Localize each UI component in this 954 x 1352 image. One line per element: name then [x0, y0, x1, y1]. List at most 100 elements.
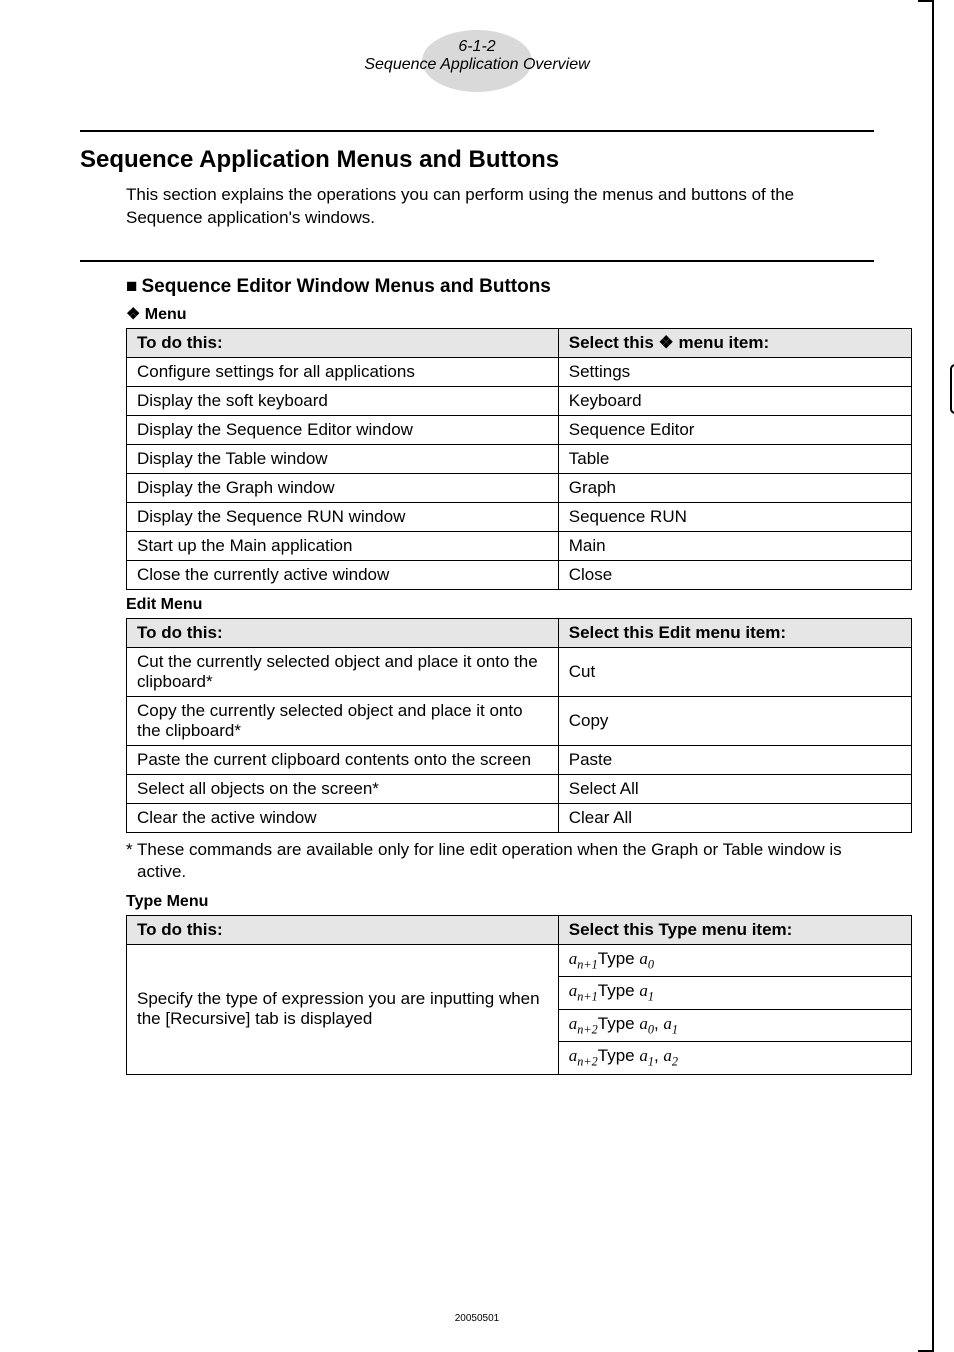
cell: Close the currently active window [127, 560, 559, 589]
cell: an+2Type a0, a1 [558, 1009, 911, 1041]
page-right-rule [932, 0, 934, 1352]
cell: Display the Sequence RUN window [127, 502, 559, 531]
sub: n+1 [577, 990, 598, 1004]
cell: Display the Sequence Editor window [127, 415, 559, 444]
page-number: 6-1-2 [80, 30, 874, 56]
cell: Sequence Editor [558, 415, 911, 444]
var: a [639, 981, 648, 1000]
var: a [569, 1046, 578, 1065]
table-row: Clear the active windowClear All [127, 803, 912, 832]
divider [80, 260, 874, 262]
table-row: Specify the type of expression you are i… [127, 945, 912, 977]
sub: 1 [672, 1022, 678, 1036]
cell: Keyboard [558, 386, 911, 415]
page-corner-top [918, 0, 934, 16]
square-bullet-icon: ■ [126, 276, 137, 297]
table-row: Cut the currently selected object and pl… [127, 647, 912, 696]
table-row: Display the Sequence Editor windowSequen… [127, 415, 912, 444]
menu-subheading: ❖ Menu [126, 304, 874, 324]
var: a [639, 949, 648, 968]
sub: n+1 [577, 957, 598, 971]
edit-table-col1: To do this: [127, 618, 559, 647]
cell: Display the Table window [127, 444, 559, 473]
col2-pre: Select this [569, 333, 659, 352]
type-table: To do this: Select this Type menu item: … [126, 915, 912, 1075]
sub: n+2 [577, 1055, 598, 1069]
cell: Copy the currently selected object and p… [127, 696, 559, 745]
section-heading-text: Sequence Editor Window Menus and Buttons [141, 276, 550, 297]
sub: 2 [672, 1055, 678, 1069]
type-left-merged: Specify the type of expression you are i… [127, 945, 559, 1075]
sub: n+2 [577, 1022, 598, 1036]
cell: Paste the current clipboard contents ont… [127, 745, 559, 774]
cell: Cut the currently selected object and pl… [127, 647, 559, 696]
type-subheading: Type Menu [126, 893, 874, 911]
cell: an+1Type a1 [558, 977, 911, 1009]
txt: Type [598, 981, 640, 1000]
intro-text: This section explains the operations you… [126, 184, 874, 230]
table-row: Display the Table windowTable [127, 444, 912, 473]
cell: Display the soft keyboard [127, 386, 559, 415]
cell: Configure settings for all applications [127, 357, 559, 386]
cell: an+1Type a0 [558, 945, 911, 977]
cell: Paste [558, 745, 911, 774]
edit-table: To do this: Select this Edit menu item: … [126, 618, 912, 833]
table-row: Display the Graph windowGraph [127, 473, 912, 502]
page-corner-bottom [918, 1336, 934, 1352]
table-row: Close the currently active windowClose [127, 560, 912, 589]
table-row: Display the Sequence RUN windowSequence … [127, 502, 912, 531]
edit-subheading: Edit Menu [126, 596, 874, 614]
var: a [569, 981, 578, 1000]
cell: Clear All [558, 803, 911, 832]
menu-table-col1: To do this: [127, 328, 559, 357]
cell: Settings [558, 357, 911, 386]
txt: , [654, 1014, 663, 1033]
cell: Clear the active window [127, 803, 559, 832]
cell: an+2Type a1, a2 [558, 1042, 911, 1074]
table-row: Configure settings for all applicationsS… [127, 357, 912, 386]
var: a [639, 1046, 648, 1065]
cell: Cut [558, 647, 911, 696]
var: a [663, 1046, 672, 1065]
table-row: Paste the current clipboard contents ont… [127, 745, 912, 774]
menu-table-col2: Select this ❖ menu item: [558, 328, 911, 357]
var: a [569, 1014, 578, 1033]
cell: Close [558, 560, 911, 589]
calculator-icon [950, 364, 954, 414]
txt: Type [598, 1014, 640, 1033]
cell: Main [558, 531, 911, 560]
table-row: Select all objects on the screen*Select … [127, 774, 912, 803]
cell: Graph [558, 473, 911, 502]
sub: 1 [648, 990, 654, 1004]
cell: Sequence RUN [558, 502, 911, 531]
edit-table-col2: Select this Edit menu item: [558, 618, 911, 647]
cell: Select All [558, 774, 911, 803]
type-table-col1: To do this: [127, 916, 559, 945]
col2-post: menu item: [674, 333, 769, 352]
cell: Select all objects on the screen* [127, 774, 559, 803]
cell: Copy [558, 696, 911, 745]
page-header-badge: 6-1-2 Sequence Application Overview [80, 30, 874, 100]
cell: Table [558, 444, 911, 473]
type-table-col2: Select this Type menu item: [558, 916, 911, 945]
var: a [639, 1014, 648, 1033]
page-header-title: Sequence Application Overview [80, 56, 874, 74]
main-heading: Sequence Application Menus and Buttons [80, 146, 874, 174]
table-row: Copy the currently selected object and p… [127, 696, 912, 745]
edit-footnote: * These commands are available only for … [126, 839, 874, 883]
cell: Start up the Main application [127, 531, 559, 560]
menu-table: To do this: Select this ❖ menu item: Con… [126, 328, 912, 590]
cell: Display the Graph window [127, 473, 559, 502]
txt: Type [598, 1046, 640, 1065]
sub: 0 [648, 957, 654, 971]
leaf-icon: ❖ [659, 333, 674, 352]
footer-id: 20050501 [455, 1313, 500, 1324]
leaf-icon: ❖ [126, 306, 140, 323]
var: a [569, 949, 578, 968]
var: a [663, 1014, 672, 1033]
divider [80, 130, 874, 132]
table-row: Start up the Main applicationMain [127, 531, 912, 560]
txt: , [654, 1046, 663, 1065]
section-heading: ■Sequence Editor Window Menus and Button… [126, 276, 874, 298]
txt: Type [598, 949, 640, 968]
